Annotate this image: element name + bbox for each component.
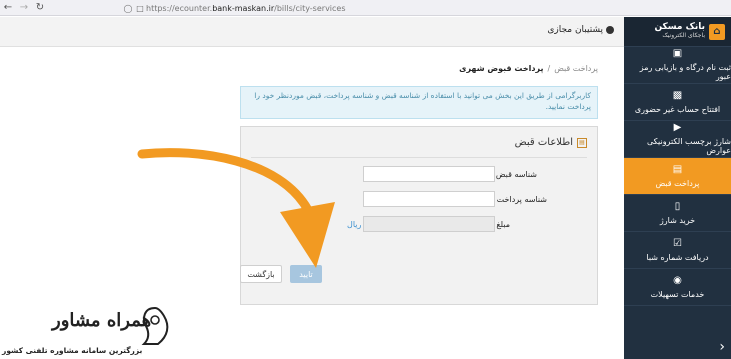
brand[interactable]: بانک مسکن باجکای الکترونیک ⌂ — [624, 17, 731, 47]
address-bar[interactable]: ◯ □ https://ecounter. bank-maskan.ir/bill… — [122, 2, 592, 14]
url-prefix: https://ecounter. — [146, 3, 213, 13]
browser-toolbar: ← → ↻ ◯ □ https://ecounter. bank-maskan.i… — [0, 0, 731, 16]
briefcase-icon: ▩ — [672, 89, 683, 101]
breadcrumb: پرداخت قبض/پرداخت قبوض شهری — [459, 64, 598, 73]
url-path: /bills/city-services — [274, 3, 346, 13]
sidebar-item-bill-payment[interactable]: ▤ پرداخت قبض — [624, 158, 731, 195]
pointer-arrow-icon — [137, 148, 335, 268]
lock-icon: □ — [136, 3, 144, 13]
bill-id-label: شناسه قبض — [495, 170, 537, 179]
sidebar-item-buy-charge[interactable]: ▯ خرید شارژ — [624, 195, 731, 232]
forward-arrow-icon[interactable]: → — [16, 0, 32, 16]
car-icon: ▶ — [673, 122, 682, 133]
sidebar-item-register[interactable]: ▣ ثبت نام درگاه و بازیابی رمز عبور — [624, 47, 731, 84]
back-arrow-icon[interactable]: ← — [0, 0, 16, 16]
watermark: همراه مشاور بزرگترین سامانه مشاوره تلفنی… — [0, 300, 200, 359]
sidebar-item-toll-tag[interactable]: ▶ شارژ برچسب الکترونیکی عوارض — [624, 121, 731, 158]
hand-coin-icon: ◉ — [673, 274, 682, 286]
chevron-right-icon[interactable]: › — [719, 339, 725, 355]
bill-icon: ▤ — [672, 163, 683, 175]
bank-logo-icon: ⌂ — [709, 23, 725, 40]
sim-card-icon: ▯ — [674, 200, 681, 212]
panel-header: ▤ اطلاعات قبض — [515, 137, 587, 148]
sidebar-item-label: دریافت شماره شبا — [646, 252, 709, 262]
sidebar-item-label: خرید شارژ — [659, 215, 696, 225]
user-register-icon: ▣ — [672, 48, 683, 59]
breadcrumb-current: پرداخت قبوض شهری — [459, 64, 544, 73]
sidebar-item-label: پرداخت قبض — [655, 178, 700, 188]
sidebar-item-open-account[interactable]: ▩ افتتاح حساب غیر حضوری — [624, 84, 731, 121]
sidebar-item-label: خدمات تسهیلات — [650, 289, 705, 299]
payment-id-input[interactable] — [364, 197, 494, 212]
watermark-title: همراه مشاور — [52, 310, 152, 331]
shield-icon: ◯ — [123, 3, 133, 13]
info-alert: کاربرگرامی از طریق این بخش می توانید با … — [240, 86, 598, 119]
bill-id-input[interactable] — [364, 172, 494, 187]
page-header: پشتیبان مجازی — [0, 17, 624, 47]
sidebar-item-label: افتتاح حساب غیر حضوری — [634, 104, 721, 114]
payment-id-label: شناسه پرداخت — [496, 195, 547, 204]
sidebar-item-label: ثبت نام درگاه و بازیابی رمز عبور — [639, 63, 731, 81]
amount-label: مبلغ — [496, 220, 510, 229]
support-icon — [606, 26, 614, 34]
bill-icon: ▤ — [577, 137, 587, 148]
sidebar-item-loans[interactable]: ◉ خدمات تسهیلات — [624, 269, 731, 306]
sidebar-item-label: شارژ برچسب الکترونیکی عوارض — [646, 137, 731, 155]
breadcrumb-parent[interactable]: پرداخت قبض — [554, 64, 598, 73]
document-check-icon: ☑ — [673, 237, 682, 249]
virtual-support-link[interactable]: پشتیبان مجازی — [547, 25, 614, 35]
breadcrumb-separator: / — [547, 64, 551, 73]
payment-id-field[interactable] — [363, 191, 495, 212]
url-host: bank-maskan.ir — [212, 3, 275, 13]
support-label: پشتیبان مجازی — [547, 25, 603, 35]
panel-title: اطلاعات قبض — [514, 137, 573, 148]
reload-icon[interactable]: ↻ — [32, 0, 48, 16]
sidebar-item-sheba[interactable]: ☑ دریافت شماره شبا — [624, 232, 731, 269]
amount-input — [364, 222, 494, 237]
brand-subtitle: باجکای الکترونیک — [662, 32, 705, 40]
sidebar: بانک مسکن باجکای الکترونیک ⌂ ▣ ثبت نام د… — [624, 17, 731, 359]
bill-id-field[interactable] — [363, 166, 495, 187]
amount-field — [363, 216, 495, 237]
watermark-subtitle: بزرگترین سامانه مشاوره تلفنی کشور — [2, 346, 143, 355]
